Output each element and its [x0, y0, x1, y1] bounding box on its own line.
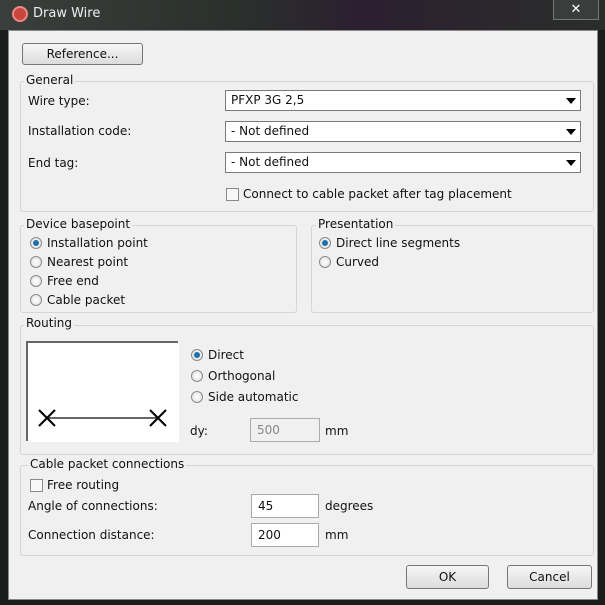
option-label: Cable packet	[47, 293, 126, 307]
dy-input[interactable]: 500	[250, 418, 320, 442]
option-label: Nearest point	[47, 255, 129, 269]
dy-unit: mm	[325, 424, 349, 438]
close-button[interactable]: ✕	[553, 0, 599, 20]
cable-packet-label: Cable packet connections	[28, 457, 187, 471]
angle-label: Angle of connections:	[28, 499, 158, 513]
dy-label: dy:	[190, 424, 208, 438]
wire-type-label: Wire type:	[28, 94, 90, 108]
radio-nearest-point[interactable]	[30, 256, 42, 268]
device-basepoint-label: Device basepoint	[24, 217, 133, 231]
radio-side-automatic[interactable]	[191, 391, 203, 403]
reference-button[interactable]: Reference...	[22, 43, 143, 65]
window-title: Draw Wire	[33, 6, 101, 21]
option-label: Side automatic	[208, 390, 299, 404]
option-label: Direct line segments	[336, 236, 461, 250]
connect-checkbox-label: Connect to cable packet after tag placem…	[243, 187, 512, 201]
connect-checkbox[interactable]	[226, 188, 239, 201]
radio-curved[interactable]	[319, 256, 331, 268]
end-tag-value: - Not defined	[231, 155, 310, 169]
angle-unit: degrees	[325, 499, 374, 513]
free-routing-label: Free routing	[47, 478, 120, 492]
angle-input[interactable]: 45	[251, 494, 319, 518]
presentation-label: Presentation	[316, 217, 396, 231]
distance-input[interactable]: 200	[251, 523, 319, 547]
installation-code-select[interactable]: - Not defined	[225, 121, 581, 142]
routing-preview	[26, 341, 179, 442]
wire-type-value: PFXP 3G 2,5	[231, 93, 305, 107]
end-tag-label: End tag:	[28, 156, 79, 170]
radio-orthogonal[interactable]	[191, 370, 203, 382]
distance-label: Connection distance:	[28, 528, 155, 542]
radio-direct[interactable]	[191, 349, 203, 361]
chevron-down-icon	[566, 98, 576, 104]
radio-installation-point[interactable]	[30, 237, 42, 249]
option-label: Orthogonal	[208, 369, 276, 383]
general-label: General	[24, 73, 76, 87]
cancel-button[interactable]: Cancel	[507, 565, 592, 589]
installation-code-value: - Not defined	[231, 124, 310, 138]
end-tag-select[interactable]: - Not defined	[225, 152, 581, 173]
radio-free-end[interactable]	[30, 275, 42, 287]
option-label: Curved	[336, 255, 380, 269]
option-label: Direct	[208, 348, 244, 362]
wire-type-select[interactable]: PFXP 3G 2,5	[225, 90, 581, 111]
app-icon	[12, 6, 28, 22]
chevron-down-icon	[566, 129, 576, 135]
close-icon: ✕	[570, 2, 582, 17]
option-label: Installation point	[47, 236, 148, 250]
free-routing-checkbox[interactable]	[30, 479, 43, 492]
distance-unit: mm	[325, 528, 349, 542]
installation-code-label: Installation code:	[28, 124, 132, 138]
option-label: Free end	[47, 274, 99, 288]
radio-cable-packet[interactable]	[30, 294, 42, 306]
radio-direct-line-segments[interactable]	[319, 237, 331, 249]
chevron-down-icon	[566, 160, 576, 166]
routing-label: Routing	[24, 316, 75, 330]
ok-button[interactable]: OK	[406, 565, 489, 589]
